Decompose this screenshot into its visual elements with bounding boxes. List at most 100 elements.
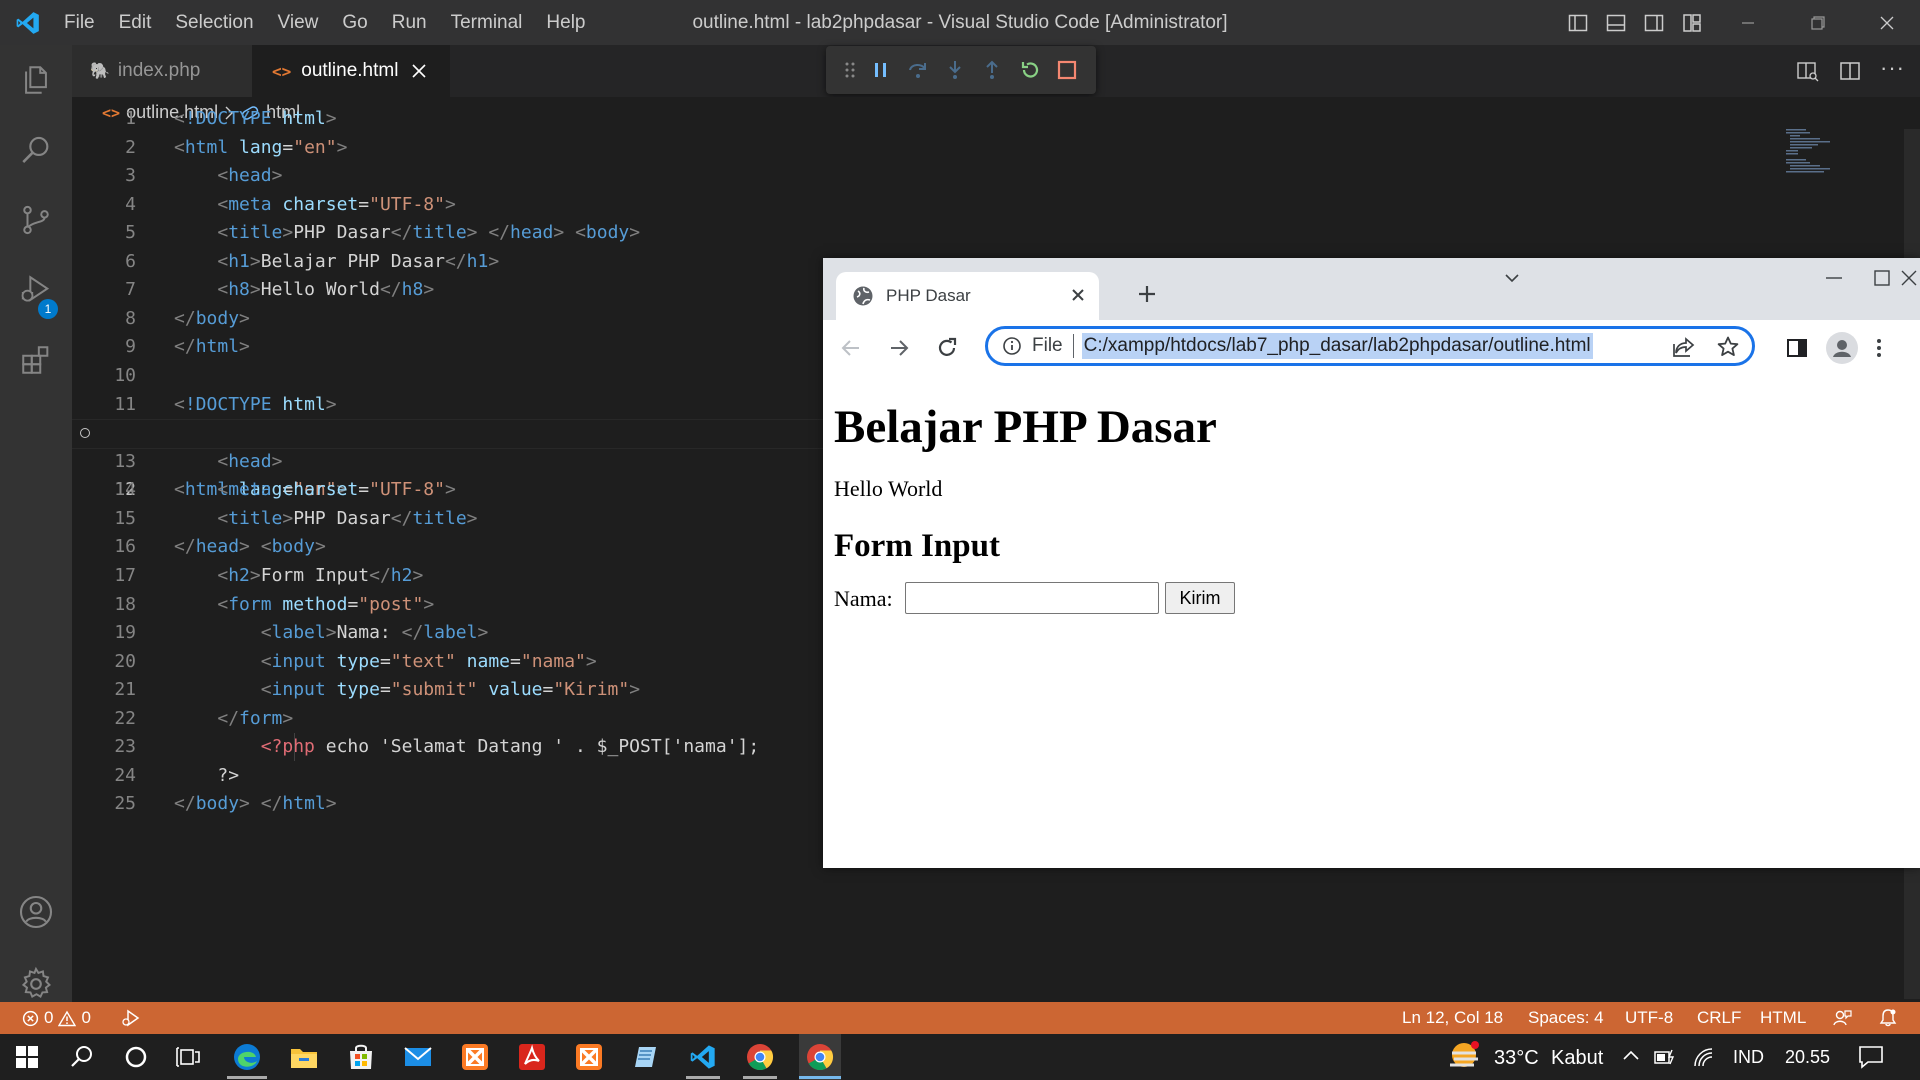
- back-icon[interactable]: [839, 336, 863, 360]
- tab-search-chevron-icon[interactable]: [1504, 272, 1520, 284]
- kirim-button[interactable]: Kirim: [1165, 582, 1235, 614]
- toggle-primary-sidebar-icon[interactable]: [1564, 0, 1592, 45]
- menu-go[interactable]: Go: [342, 12, 367, 34]
- bookmark-star-icon[interactable]: [1716, 335, 1740, 359]
- notification-center-icon[interactable]: [1858, 1045, 1884, 1069]
- html-file-icon: <>: [272, 61, 292, 81]
- encoding[interactable]: UTF-8: [1625, 1002, 1673, 1034]
- taskbar-search-icon[interactable]: [64, 1039, 100, 1075]
- line-number: 23: [114, 736, 136, 757]
- step-out-icon[interactable]: [981, 59, 1003, 81]
- notifications-bell-icon[interactable]: [1878, 1002, 1898, 1034]
- close-window-icon[interactable]: [1864, 0, 1910, 45]
- notepad-app-icon[interactable]: [628, 1039, 664, 1075]
- side-panel-icon[interactable]: [1785, 336, 1809, 360]
- share-icon[interactable]: [1672, 336, 1696, 358]
- clock[interactable]: 20.55: [1785, 1047, 1830, 1068]
- line-ending[interactable]: CRLF: [1697, 1002, 1741, 1034]
- accounts-icon[interactable]: [14, 890, 58, 934]
- task-view-icon[interactable]: [170, 1039, 206, 1075]
- form-heading: Form Input: [834, 528, 1000, 564]
- line-number: 3: [125, 165, 136, 186]
- hello-text: Hello World: [834, 476, 943, 501]
- weather-icon[interactable]: [1446, 1039, 1482, 1075]
- menu-file[interactable]: File: [64, 12, 95, 34]
- restart-icon[interactable]: [1019, 59, 1041, 81]
- mail-icon[interactable]: [400, 1039, 436, 1075]
- feedback-icon[interactable]: [1832, 1002, 1852, 1034]
- web-page: Belajar PHP Dasar Hello World Form Input…: [823, 376, 1920, 868]
- minimize-window-icon[interactable]: [1725, 0, 1771, 45]
- xampp-control-icon[interactable]: [571, 1039, 607, 1075]
- extensions-icon[interactable]: [14, 338, 58, 382]
- browser-maximize-icon[interactable]: [1874, 270, 1890, 286]
- new-tab-icon[interactable]: [1137, 284, 1157, 304]
- stop-icon[interactable]: [1056, 59, 1078, 81]
- menu-terminal[interactable]: Terminal: [451, 12, 523, 34]
- tab-index-php[interactable]: 🐘 index.php: [72, 45, 252, 97]
- explorer-icon[interactable]: [14, 58, 58, 102]
- close-tab-icon[interactable]: [1071, 288, 1085, 302]
- split-editor-icon[interactable]: [1838, 59, 1864, 85]
- restore-window-icon[interactable]: [1795, 0, 1841, 45]
- edge-running-indicator: [227, 1076, 267, 1079]
- line-number: 8: [125, 308, 136, 329]
- tab-outline-html[interactable]: <> outline.html: [252, 45, 450, 97]
- browser-close-icon[interactable]: [1901, 270, 1917, 286]
- drag-handle-icon[interactable]: [844, 60, 856, 80]
- line-number: 21: [114, 679, 136, 700]
- language-mode[interactable]: HTML: [1760, 1002, 1806, 1034]
- address-bar[interactable]: File C:/xampp/htdocs/lab7_php_dasar/lab2…: [985, 326, 1755, 366]
- step-over-icon[interactable]: [907, 59, 929, 81]
- menu-view[interactable]: View: [278, 12, 319, 34]
- input-language[interactable]: IND: [1733, 1047, 1764, 1068]
- browser-tab[interactable]: PHP Dasar: [836, 272, 1099, 320]
- battery-icon[interactable]: [1654, 1047, 1678, 1067]
- search-icon[interactable]: [14, 128, 58, 172]
- acrobat-icon[interactable]: [514, 1039, 550, 1075]
- browser-minimize-icon[interactable]: [1826, 276, 1842, 280]
- browser-toolbar: File C:/xampp/htdocs/lab7_php_dasar/lab2…: [823, 320, 1920, 377]
- menu-run[interactable]: Run: [392, 12, 427, 34]
- toggle-secondary-sidebar-icon[interactable]: [1640, 0, 1668, 45]
- indentation[interactable]: Spaces: 4: [1528, 1002, 1604, 1034]
- customize-layout-icon[interactable]: [1678, 0, 1706, 45]
- profile-avatar-icon[interactable]: [1826, 332, 1858, 364]
- xampp-icon[interactable]: [457, 1039, 493, 1075]
- menu-edit[interactable]: Edit: [119, 12, 152, 34]
- edge-icon[interactable]: [229, 1039, 265, 1075]
- close-tab-icon[interactable]: [412, 64, 427, 78]
- browser-menu-icon[interactable]: [1875, 336, 1883, 360]
- debug-toolbar: [826, 46, 1096, 94]
- nama-label: Nama:: [834, 586, 893, 611]
- step-into-icon[interactable]: [944, 59, 966, 81]
- windows-start-icon[interactable]: [9, 1039, 45, 1075]
- debug-status-icon[interactable]: [120, 1002, 142, 1034]
- source-control-icon[interactable]: [14, 198, 58, 242]
- toggle-panel-icon[interactable]: [1602, 0, 1630, 45]
- more-actions-icon[interactable]: ···: [1880, 55, 1906, 81]
- chrome-icon[interactable]: [742, 1039, 778, 1075]
- chrome-active-icon[interactable]: [799, 1034, 841, 1080]
- file-explorer-icon[interactable]: [286, 1039, 322, 1075]
- problems-indicator[interactable]: 0 0: [22, 1002, 91, 1034]
- page-heading: Belajar PHP Dasar: [834, 401, 1217, 453]
- cortana-icon[interactable]: [118, 1039, 154, 1075]
- pause-icon[interactable]: [871, 60, 891, 80]
- show-hidden-icons-chevron-icon[interactable]: [1622, 1048, 1640, 1062]
- cursor-position[interactable]: Ln 12, Col 18: [1402, 1002, 1503, 1034]
- info-icon[interactable]: [1002, 336, 1022, 356]
- menu-selection[interactable]: Selection: [175, 12, 253, 34]
- open-preview-icon[interactable]: [1796, 59, 1822, 85]
- microsoft-store-icon[interactable]: [343, 1039, 379, 1075]
- activity-bar: 1: [0, 45, 72, 1002]
- nama-input[interactable]: [905, 582, 1159, 614]
- url-text[interactable]: C:/xampp/htdocs/lab7_php_dasar/lab2phpda…: [1081, 333, 1593, 359]
- forward-icon[interactable]: [887, 336, 911, 360]
- breakpoint-hint-icon[interactable]: [80, 428, 90, 438]
- menu-help[interactable]: Help: [546, 12, 585, 34]
- reload-icon[interactable]: [935, 336, 959, 360]
- wifi-icon[interactable]: [1692, 1046, 1714, 1068]
- settings-gear-icon[interactable]: [14, 962, 58, 1006]
- taskbar-vscode-icon[interactable]: [685, 1039, 721, 1075]
